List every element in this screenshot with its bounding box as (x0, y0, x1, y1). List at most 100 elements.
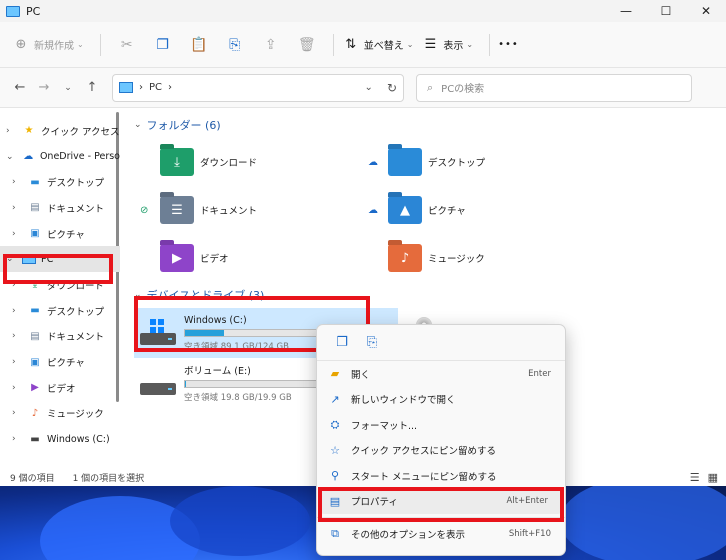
menu-item-label: 新しいウィンドウで開く (351, 395, 456, 407)
rename-icon[interactable]: ⎘ (357, 331, 387, 355)
folder-desktop[interactable]: ☁ デスクトップ (362, 138, 590, 186)
back-arrow-icon[interactable]: ← (8, 76, 32, 100)
sidebar-item-quick-access[interactable]: › ★ クイック アクセス (0, 118, 120, 144)
item-count: 9 個の項目 (10, 473, 55, 484)
menu-item-more-options[interactable]: ⧉ その他のオプションを表示 Shift+F10 (317, 521, 565, 547)
delete-icon[interactable]: 🗑 (289, 31, 325, 59)
sidebar-item-label: Windows (C:) (47, 433, 110, 445)
share-icon[interactable]: ⇪ (253, 31, 289, 59)
cloud-status-icon: ☁ (368, 156, 378, 168)
sidebar-item-onedrive-documents[interactable]: › ▤ ドキュメント (0, 195, 120, 221)
refresh-icon[interactable]: ↻ (387, 81, 397, 95)
folder-videos[interactable]: ▶ ビデオ (134, 234, 362, 282)
close-button[interactable]: ✕ (686, 0, 726, 22)
menu-item-label: その他のオプションを表示 (351, 529, 466, 541)
chevron-right-icon[interactable]: › (12, 203, 24, 213)
menu-item-label: フォーマット... (351, 420, 418, 432)
sidebar-item-documents[interactable]: › ▤ ドキュメント (0, 324, 120, 350)
folder-label: ピクチャ (428, 206, 466, 217)
pc-icon (119, 82, 133, 93)
folder-pictures[interactable]: ☁ ▲ ピクチャ (362, 186, 590, 234)
sidebar-item-label: ピクチャ (47, 358, 85, 370)
copy-icon[interactable]: ❐ (327, 331, 357, 355)
context-quick-actions: ❐ ⎘ (317, 325, 565, 361)
menu-item-pin-start[interactable]: ⚲ スタート メニューにピン留めする (317, 463, 565, 489)
menu-item-open-new-window[interactable]: ↗ 新しいウィンドウで開く (317, 387, 565, 413)
folder-downloads[interactable]: ⤓ ダウンロード (134, 138, 362, 186)
maximize-button[interactable]: ☐ (646, 0, 686, 22)
drive-icon: ▬ (30, 433, 40, 445)
more-options-button[interactable]: ••• (498, 31, 519, 59)
chevron-right-icon[interactable]: › (12, 357, 24, 367)
folder-music[interactable]: ♪ ミュージック (362, 234, 590, 282)
folders-group-header[interactable]: ⌄ フォルダー (6) (134, 114, 726, 136)
view-label: 表示 (443, 41, 464, 52)
chevron-right-icon[interactable]: › (6, 126, 18, 136)
folder-documents[interactable]: ⊘ ☰ ドキュメント (134, 186, 362, 234)
menu-item-label: クイック アクセスにピン留めする (351, 446, 497, 458)
sidebar-item-label: ミュージック (47, 409, 104, 421)
folder-label: ミュージック (428, 254, 485, 265)
view-list-icon: ☰ (424, 37, 437, 52)
menu-item-open[interactable]: ▰ 開く Enter (317, 361, 565, 387)
chevron-right-icon[interactable]: › (12, 177, 24, 187)
more-options-icon: ⧉ (331, 526, 339, 540)
menu-item-pin-quick-access[interactable]: ☆ クイック アクセスにピン留めする (317, 438, 565, 464)
menu-item-shortcut: Enter (528, 368, 551, 379)
chevron-right-icon[interactable]: › (12, 434, 24, 444)
sidebar-item-onedrive[interactable]: ⌄ ☁ OneDrive - Perso (0, 144, 120, 170)
sidebar-item-label: デスクトップ (47, 306, 105, 318)
document-folder-icon: ☰ (160, 196, 194, 224)
star-icon: ★ (24, 125, 34, 137)
chevron-right-icon[interactable]: › (12, 331, 24, 341)
desktop-icon: ▬ (30, 176, 40, 188)
chevron-down-icon[interactable]: ⌄ (6, 152, 18, 162)
download-folder-icon: ⤓ (160, 148, 194, 176)
toolbar-divider (489, 33, 491, 56)
rename-icon[interactable]: ⎘ (217, 31, 253, 59)
sidebar-item-music[interactable]: › ♪ ミュージック (0, 401, 120, 427)
tiles-view-icon[interactable]: ▦ (708, 471, 718, 484)
sidebar-item-onedrive-desktop[interactable]: › ▬ デスクトップ (0, 169, 120, 195)
sidebar-item-pictures[interactable]: › ▣ ピクチャ (0, 349, 120, 375)
sidebar-item-windows-c[interactable]: › ▬ Windows (C:) (0, 426, 120, 452)
menu-item-format[interactable]: ⛭ フォーマット... (317, 412, 565, 438)
plus-circle-icon: ⊕ (15, 37, 27, 52)
chevron-right-icon[interactable]: › (12, 383, 24, 393)
recent-locations-icon[interactable]: ⌄ (56, 76, 80, 100)
picture-folder-icon: ▲ (388, 196, 422, 224)
copy-icon[interactable]: ❐ (145, 31, 181, 59)
folder-open-icon: ▰ (330, 367, 340, 381)
open-new-window-icon: ↗ (330, 392, 340, 406)
chevron-down-icon: ⌄ (466, 40, 474, 49)
chevron-right-icon[interactable]: › (12, 229, 24, 239)
properties-highlight-box (318, 487, 564, 522)
picture-icon: ▣ (30, 228, 40, 240)
pc-highlight-box (3, 254, 113, 284)
paste-icon[interactable]: 📋 (181, 31, 217, 59)
chevron-down-icon: ⌄ (77, 40, 84, 49)
view-button[interactable]: ☰ 表示 ⌄ (421, 31, 474, 59)
video-folder-icon: ▶ (160, 244, 194, 272)
chevron-right-icon[interactable]: › (12, 306, 24, 316)
details-view-icon[interactable]: ☰ (690, 471, 700, 484)
up-arrow-icon[interactable]: ↑ (80, 76, 104, 100)
synced-check-icon: ⊘ (140, 204, 149, 216)
address-bar[interactable]: › PC › ⌄ ↻ (112, 73, 404, 102)
desktop-icon: ▬ (30, 305, 40, 317)
drive-name: ボリューム (E:) (184, 366, 251, 377)
sort-button[interactable]: ⇅ 並べ替え ⌄ (342, 31, 413, 59)
sidebar-item-desktop[interactable]: › ▬ デスクトップ (0, 298, 120, 324)
sidebar-item-videos[interactable]: › ▶ ビデオ (0, 375, 120, 401)
chevron-down-icon[interactable]: ⌄ (365, 82, 373, 93)
minimize-button[interactable]: — (606, 0, 646, 22)
sidebar-item-onedrive-pictures[interactable]: › ▣ ピクチャ (0, 221, 120, 247)
cut-icon[interactable]: ✂ (109, 31, 145, 59)
title-bar: PC — ☐ ✕ (0, 0, 726, 22)
search-input[interactable]: ⌕ PCの検索 (416, 73, 692, 102)
forward-arrow-icon[interactable]: → (32, 76, 56, 100)
new-button[interactable]: ⊕ 新規作成 ⌄ (12, 31, 84, 59)
sidebar-item-label: デスクトップ (47, 178, 105, 190)
breadcrumb-pc[interactable]: PC (149, 82, 162, 93)
chevron-right-icon[interactable]: › (12, 408, 24, 418)
